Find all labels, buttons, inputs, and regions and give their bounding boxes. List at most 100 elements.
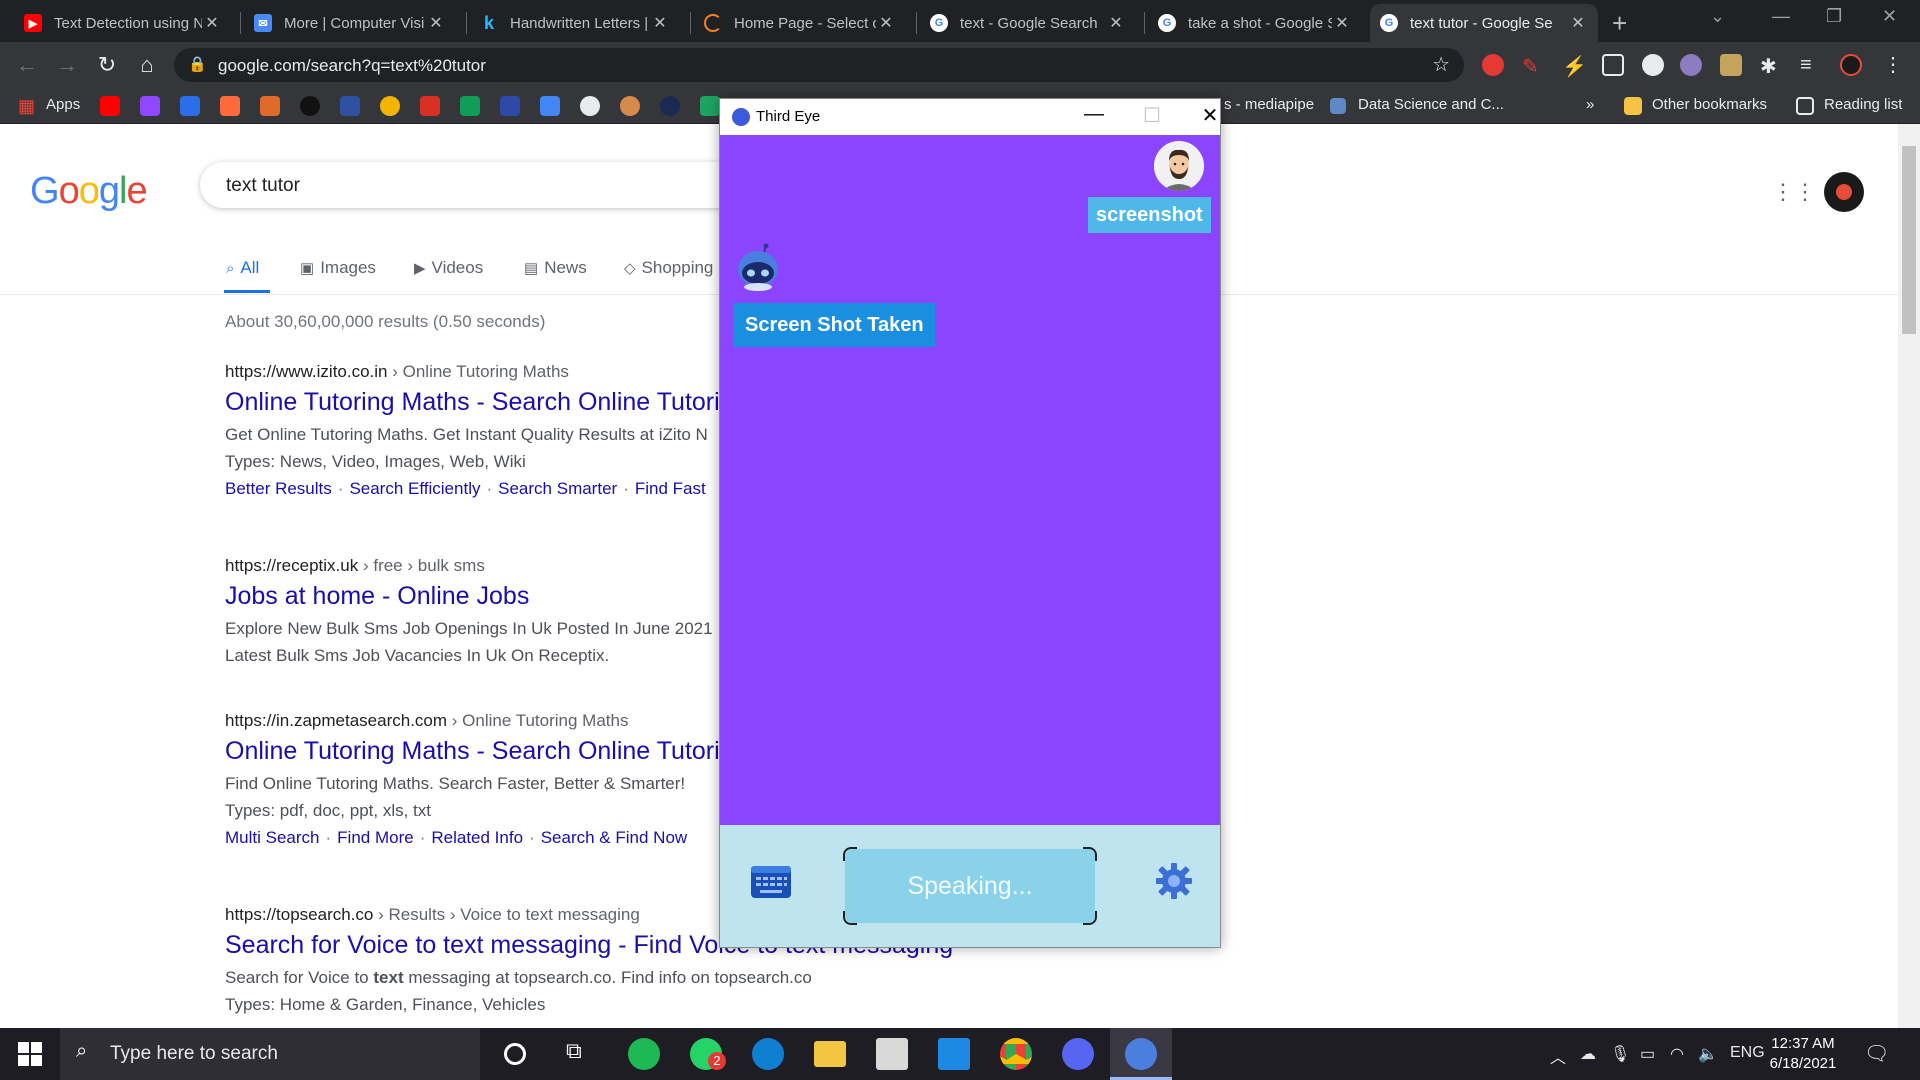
onedrive-icon[interactable]: ☁: [1580, 1044, 1596, 1064]
bookmark-info-icon[interactable]: [500, 96, 520, 116]
bookmark-fork-icon[interactable]: [260, 96, 280, 116]
sitelink[interactable]: Search Efficiently: [349, 479, 480, 498]
extension-block-icon[interactable]: [1642, 54, 1664, 76]
extension-pen-icon[interactable]: ✎: [1522, 54, 1544, 78]
file-explorer-icon[interactable]: [814, 1041, 846, 1067]
mal-icon[interactable]: [340, 96, 360, 116]
browser-tab-6[interactable]: G take a shot - Google S ✕: [1148, 4, 1362, 42]
bookmark-other[interactable]: Other bookmarks: [1652, 96, 1767, 113]
forward-icon[interactable]: →: [54, 52, 80, 78]
extension-lightning-icon[interactable]: ⚡: [1562, 54, 1587, 78]
close-icon[interactable]: ✕: [876, 13, 896, 33]
discord-icon[interactable]: [1062, 1038, 1094, 1070]
search-query-text[interactable]: text tutor: [226, 175, 300, 197]
close-window-icon[interactable]: ✕: [1882, 6, 1897, 27]
cortana-icon[interactable]: [504, 1043, 526, 1065]
bookmark-apps[interactable]: Apps: [46, 96, 80, 113]
chrome-icon[interactable]: [1000, 1038, 1032, 1070]
tab-shopping[interactable]: ◇ Shopping: [624, 258, 713, 278]
media-queue-icon[interactable]: ≡: [1800, 54, 1822, 76]
sitelink[interactable]: Multi Search: [225, 828, 319, 847]
minimize-icon[interactable]: —: [1074, 103, 1114, 126]
task-view-icon[interactable]: ⧉: [566, 1038, 598, 1070]
docs-icon[interactable]: [540, 96, 560, 116]
bookmark-green-icon[interactable]: [700, 96, 720, 116]
sitelink[interactable]: Find Fast: [635, 479, 706, 498]
sitelink[interactable]: Related Info: [431, 828, 523, 847]
extension-avatar-icon[interactable]: [1680, 54, 1702, 76]
whatsapp-icon[interactable]: 2: [690, 1038, 726, 1070]
menu-kebab-icon[interactable]: ⋮: [1880, 52, 1906, 77]
bookmark-avatar-icon[interactable]: [620, 96, 640, 116]
bookmark-mediapipe[interactable]: s - mediapipe: [1224, 96, 1314, 113]
microphone-icon[interactable]: 🎙: [1610, 1044, 1630, 1064]
url-text[interactable]: google.com/search?q=text%20tutor: [218, 56, 486, 76]
result-title[interactable]: Online Tutoring Maths - Search Online Tu…: [225, 388, 748, 417]
bookmark-u-icon[interactable]: [420, 96, 440, 116]
tab-images[interactable]: ▣ Images: [300, 258, 376, 278]
address-bar[interactable]: 🔒 google.com/search?q=text%20tutor ☆: [174, 48, 1464, 82]
extension-screenshot-icon[interactable]: [1602, 54, 1624, 76]
page-scrollbar[interactable]: [1898, 124, 1920, 1028]
close-icon[interactable]: ✕: [650, 13, 670, 33]
close-icon[interactable]: ✕: [426, 13, 446, 33]
clock[interactable]: 12:37 AM 6/18/2021: [1760, 1034, 1846, 1074]
result-url[interactable]: https://www.izito.co.in › Online Tutorin…: [225, 362, 748, 382]
close-icon[interactable]: ✕: [1106, 13, 1126, 33]
windows-start-icon[interactable]: [18, 1042, 42, 1071]
minimize-icon[interactable]: —: [1772, 6, 1790, 27]
close-icon[interactable]: ✕: [202, 13, 222, 33]
close-icon[interactable]: ✕: [1190, 103, 1230, 128]
google-logo[interactable]: Google: [30, 170, 148, 213]
scrollbar-thumb[interactable]: [1902, 146, 1916, 334]
tab-search-icon[interactable]: ⌄: [1710, 6, 1725, 27]
settings-gear-icon[interactable]: [1154, 861, 1194, 901]
new-tab-button[interactable]: +: [1612, 8, 1627, 39]
bookmark-k-icon[interactable]: [220, 96, 240, 116]
browser-tab-active[interactable]: G text tutor - Google Se ✕: [1370, 4, 1598, 42]
bookmark-a-icon[interactable]: [180, 96, 200, 116]
extension-image-icon[interactable]: [1720, 54, 1742, 76]
result-title[interactable]: Jobs at home - Online Jobs: [225, 582, 713, 611]
wifi-icon[interactable]: ◠: [1670, 1044, 1684, 1064]
tab-news[interactable]: ▤ News: [524, 258, 587, 278]
github-icon[interactable]: [580, 96, 600, 116]
browser-tab-4[interactable]: Home Page - Select o ✕: [694, 4, 906, 42]
maximize-icon[interactable]: ☐: [1132, 103, 1172, 128]
result-title[interactable]: Online Tutoring Maths - Search Online Tu…: [225, 737, 748, 766]
result-url[interactable]: https://receptix.uk › free › bulk sms: [225, 556, 713, 576]
bookmark-play-icon[interactable]: [300, 96, 320, 116]
sheets-icon[interactable]: [460, 96, 480, 116]
browser-tab-1[interactable]: ▶ Text Detection using N ✕: [14, 4, 232, 42]
browser-tab-3[interactable]: k Handwritten Letters | I ✕: [470, 4, 680, 42]
tray-overflow-icon[interactable]: ︿: [1550, 1044, 1566, 1068]
store-icon[interactable]: [876, 1038, 908, 1070]
extensions-puzzle-icon[interactable]: ✱: [1760, 54, 1782, 78]
home-icon[interactable]: ⌂: [134, 52, 160, 78]
browser-tab-2[interactable]: ✉ More | Computer Visi ✕: [244, 4, 456, 42]
sitelink[interactable]: Find More: [337, 828, 414, 847]
close-icon[interactable]: ✕: [1568, 13, 1588, 33]
spotify-icon[interactable]: [628, 1038, 660, 1070]
restore-icon[interactable]: ❐: [1826, 6, 1842, 27]
sitelink[interactable]: Search Smarter: [498, 479, 617, 498]
chat-area[interactable]: screenshot Screen Shot Taken: [720, 135, 1220, 825]
result-url[interactable]: https://in.zapmetasearch.com › Online Tu…: [225, 711, 748, 731]
bookmarks-overflow-button[interactable]: »: [1586, 96, 1594, 113]
reload-icon[interactable]: ↻: [94, 52, 120, 78]
bookmark-swirl-icon[interactable]: [380, 96, 400, 116]
volume-icon[interactable]: 🔈: [1698, 1044, 1718, 1064]
keyboard-icon[interactable]: [750, 863, 792, 901]
browser-tab-5[interactable]: G text - Google Search ✕: [920, 4, 1136, 42]
twitch-icon[interactable]: [140, 96, 160, 116]
tab-all[interactable]: ⌕ All: [226, 258, 259, 278]
speak-button[interactable]: Speaking...: [843, 847, 1097, 925]
edge-icon[interactable]: [752, 1038, 784, 1070]
third-eye-taskbar-button[interactable]: [1110, 1028, 1172, 1080]
vscode-icon[interactable]: [938, 1038, 970, 1070]
back-icon[interactable]: ←: [14, 52, 40, 78]
window-titlebar[interactable]: Third Eye — ☐ ✕: [720, 99, 1220, 135]
sitelink[interactable]: Better Results: [225, 479, 332, 498]
bookmark-star-icon[interactable]: ☆: [1432, 52, 1450, 77]
youtube-icon[interactable]: [100, 96, 120, 116]
